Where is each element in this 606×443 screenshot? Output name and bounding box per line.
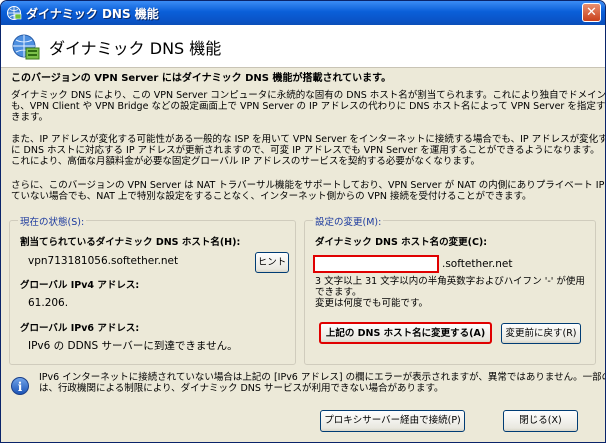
intro-para2-line: また、IP アドレスが変化する可能性がある一般的な ISP を用いて VPN S… <box>11 134 606 145</box>
new-hostname-input[interactable] <box>313 255 439 273</box>
ipv6-note-line: IPv6 インターネットに接続されていない場合は上記の [IPv6 アドレス] … <box>39 372 606 383</box>
intro-para3-line: ていない場合でも、NAT 上で特別な設定をすることなく、インターネット側からの … <box>11 191 532 202</box>
dialog-header: ダイナミック DNS 機能 <box>1 25 605 67</box>
apply-hostname-button[interactable]: 上記の DNS ホスト名に変更する(A) <box>319 322 492 344</box>
intro-para1-line: きます。 <box>11 112 49 123</box>
intro-para2-line: に DNS ホストに対応する IP アドレスが更新されますので、可変 IP アド… <box>11 145 600 156</box>
proxy-connect-button[interactable]: プロキシサーバー経由で接続(P) <box>320 410 465 432</box>
close-button[interactable]: 閉じる(X) <box>503 410 578 432</box>
dynamic-dns-dialog: ダイナミック DNS 機能 ✕ ダイナミック DNS 機能 このバージョンの V… <box>0 0 606 443</box>
intro-para1-line: ダイナミック DNS により、この VPN Server コンピュータに永続的な… <box>11 90 606 101</box>
ipv4-value: 61.206. <box>28 297 69 309</box>
ipv6-value: IPv6 の DDNS サーバーに到達できません。 <box>28 340 238 352</box>
window-title: ダイナミック DNS 機能 <box>26 7 159 21</box>
hostname-rule-line: できます。 <box>315 287 362 298</box>
ipv6-note-line: は、行政機関による制限により、ダイナミック DNS サービスが利用できない場合が… <box>39 383 444 394</box>
assigned-hostname-value: vpn713181056.softether.net <box>28 255 179 267</box>
page-title: ダイナミック DNS 機能 <box>49 39 222 58</box>
change-settings-group: 設定の変更(M): ダイナミック DNS ホスト名の変更(C): .softet… <box>304 214 596 365</box>
current-state-group: 現在の状態(S): 割当てられているダイナミック DNS ホスト名(H): vp… <box>9 214 296 365</box>
ipv6-label: グローバル IPv6 アドレス: <box>20 323 140 334</box>
intro-para2-line: これにより、高価な月額料金が必要な固定グローバル IP アドレスのサービスを契約… <box>11 156 480 167</box>
title-bar: ダイナミック DNS 機能 ✕ <box>1 1 605 25</box>
hostname-rule-line: 変更は何度でも可能です。 <box>315 298 429 309</box>
domain-suffix: .softether.net <box>442 258 513 270</box>
change-hostname-label: ダイナミック DNS ホスト名の変更(C): <box>315 237 488 248</box>
assigned-hostname-label: 割当てられているダイナミック DNS ホスト名(H): <box>20 237 241 248</box>
intro-para3-line: さらに、このバージョンの VPN Server は NAT トラバーサル機能をサ… <box>11 180 605 191</box>
ipv4-label: グローバル IPv4 アドレス: <box>20 280 140 291</box>
globe-server-icon <box>12 34 40 60</box>
dialog-content: このバージョンの VPN Server にはダイナミック DNS 機能が搭載され… <box>1 67 605 442</box>
revert-button[interactable]: 変更前に戻す(R) <box>501 323 581 344</box>
hostname-rule-line: 3 文字以上 31 文字以内の半角英数字およびハイフン '-' が使用 <box>315 276 585 287</box>
current-state-label: 現在の状態(S): <box>18 214 87 228</box>
info-icon: i <box>11 377 29 395</box>
intro-heading: このバージョンの VPN Server にはダイナミック DNS 機能が搭載され… <box>11 73 392 84</box>
window-close-button[interactable]: ✕ <box>582 3 601 22</box>
hint-button[interactable]: ヒント <box>255 252 289 273</box>
intro-para1-line: も、VPN Client や VPN Bridge などの設定画面上で VPN … <box>11 101 606 112</box>
globe-icon <box>7 6 22 20</box>
change-settings-label: 設定の変更(M): <box>313 214 384 228</box>
